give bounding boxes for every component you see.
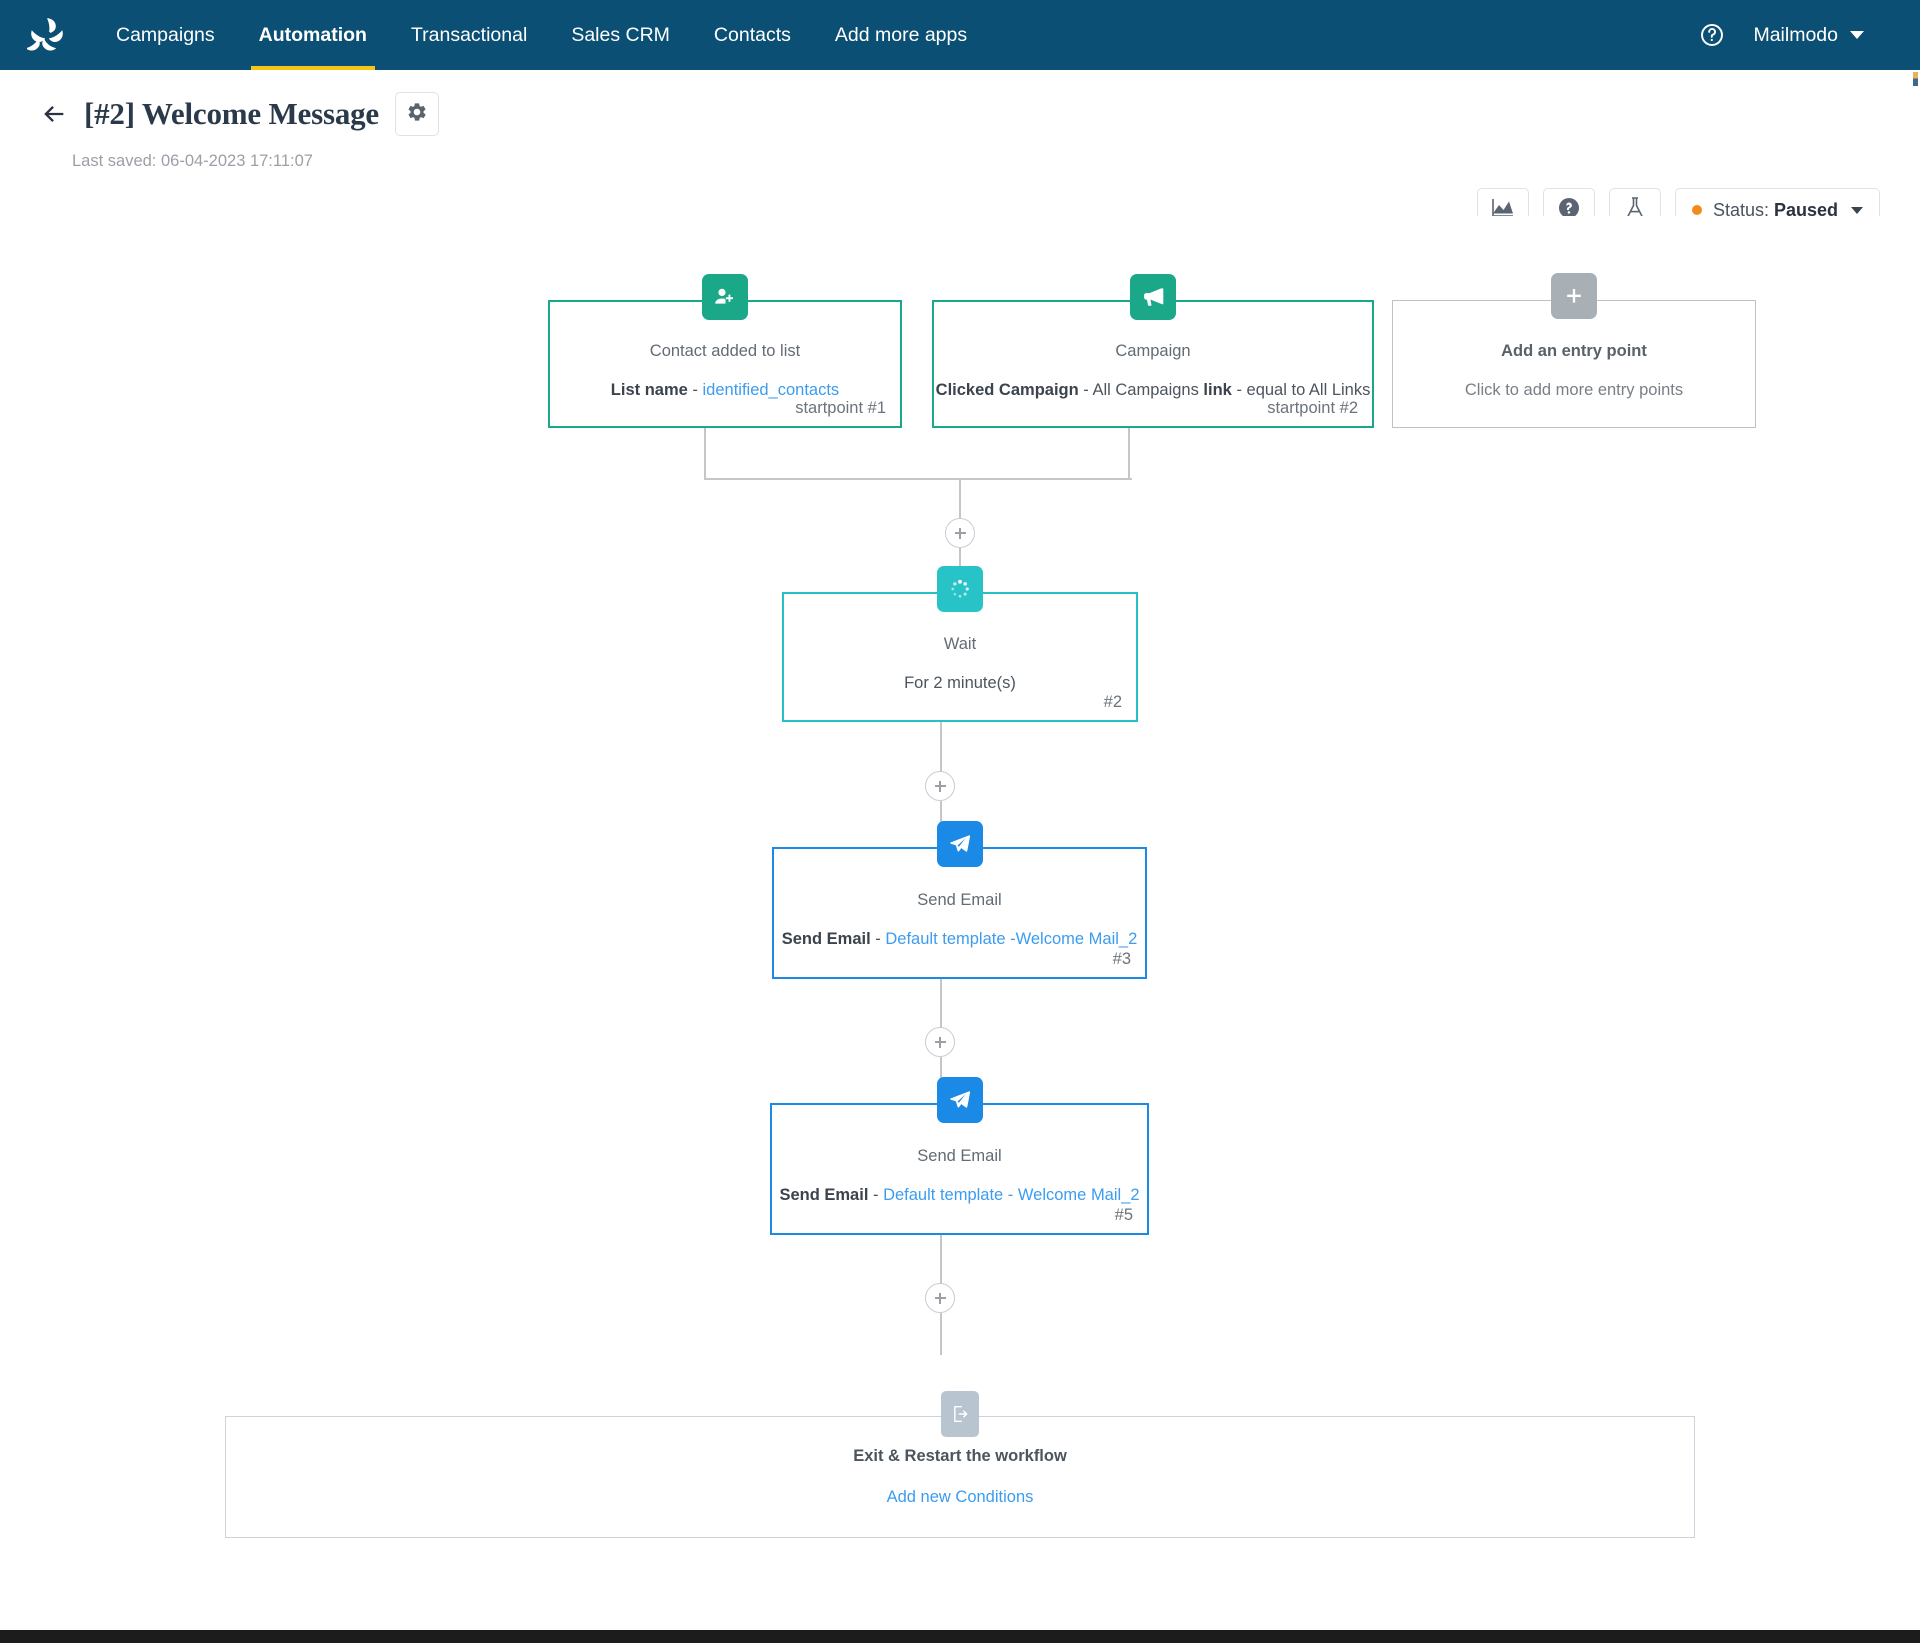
node-body: Send Email Send Email - Default template… [774,849,1145,977]
help-circle-icon[interactable] [1699,22,1725,48]
list-name-link[interactable]: identified_contacts [703,381,840,399]
node-index: #5 [1114,1206,1133,1224]
nav-link-transactional[interactable]: Transactional [389,0,549,70]
connector-to-plus-1 [959,478,961,522]
node-sub-bold: Send Email [781,930,871,948]
add-entry-title: Add an entry point [1501,342,1647,360]
title-row: [#2] Welcome Message [40,92,1880,136]
arrow-left-icon[interactable] [40,100,68,128]
caret-down-icon [1851,206,1863,214]
node-subtitle: Clicked Campaign - All Campaigns link - … [936,381,1371,400]
node-index: #2 [1103,693,1122,711]
connector-email3-to-plus3 [940,979,942,1031]
account-name: Mailmodo [1753,23,1838,46]
status-dot-icon [1691,205,1702,215]
node-sub-bold-1: Clicked Campaign [935,381,1079,399]
connector-email5-to-plus4 [940,1235,942,1287]
account-menu[interactable]: Mailmodo [1753,24,1864,47]
add-step-button-4[interactable] [925,1283,955,1313]
nav-link-contacts[interactable]: Contacts [692,0,813,70]
node-index: startpoint #1 [795,399,886,417]
chevron-down-icon [1850,31,1864,39]
add-new-conditions-link[interactable]: Add new Conditions [887,1488,1034,1507]
nav-link-campaigns[interactable]: Campaigns [94,0,237,70]
node-index: #3 [1112,950,1131,968]
email-template-link[interactable]: Default template -Welcome Mail_2 [885,930,1137,948]
settings-button[interactable] [395,92,439,136]
node-body: Wait For 2 minute(s) #2 [784,594,1136,720]
node-index: startpoint #2 [1267,399,1358,417]
node-sub-tail: - equal to All Links [1231,381,1371,399]
email-template-link[interactable]: Default template - Welcome Mail_2 [883,1186,1139,1204]
startpoint-node-1[interactable]: Contact added to list List name - identi… [548,274,902,428]
add-entry-subtitle: Click to add more entry points [1464,381,1684,399]
node-sub-mid: - All Campaigns [1078,381,1204,399]
add-step-button-2[interactable] [925,771,955,801]
navbar-right-group: Mailmodo [1699,22,1894,48]
connector-plus4-to-exit [940,1313,942,1355]
gear-icon [406,101,428,128]
node-title: Send Email [917,1147,1002,1165]
exit-node-label: Exit & Restart the workflow [853,1447,1067,1465]
connector-sp2-down [1128,428,1130,480]
add-entry-point-node[interactable]: Add an entry point Click to add more ent… [1392,273,1756,428]
send-email-node-5[interactable]: Send Email Send Email - Default template… [770,1077,1149,1235]
page-title: [#2] Welcome Message [84,96,379,131]
node-body: Add an entry point Click to add more ent… [1393,301,1755,427]
node-subtitle: Send Email - Default template -Welcome M… [782,930,1138,949]
wait-node[interactable]: Wait For 2 minute(s) #2 [782,566,1138,722]
page-header: [#2] Welcome Message Last saved: 06-04-2… [0,70,1920,285]
node-subtitle: List name - identified_contacts [611,381,839,400]
nav-links: Campaigns Automation Transactional Sales… [94,0,989,70]
node-title: Wait [943,635,977,653]
node-title: Contact added to list [649,342,801,360]
node-subtitle: For 2 minute(s) [904,674,1016,692]
startpoint-node-2[interactable]: Campaign Clicked Campaign - All Campaign… [932,274,1374,428]
node-sub-separator: - [687,381,703,399]
node-body: Campaign Clicked Campaign - All Campaign… [934,302,1372,426]
bottom-bar [0,1630,1920,1643]
connector-sp1-down [704,428,706,480]
exit-restart-node[interactable]: Exit & Restart the workflow Add new Cond… [225,1391,1695,1538]
node-body: Exit & Restart the workflow Add new Cond… [226,1417,1694,1537]
nav-link-add-more-apps[interactable]: Add more apps [813,0,989,70]
nav-link-sales-crm[interactable]: Sales CRM [549,0,692,70]
node-body: Contact added to list List name - identi… [550,302,900,426]
node-subtitle: Send Email - Default template - Welcome … [779,1186,1139,1205]
node-title: Campaign [1115,342,1191,360]
top-navbar: Campaigns Automation Transactional Sales… [0,0,1920,86]
connector-bracket-horizontal [704,478,1132,480]
add-step-button-1[interactable] [945,518,975,548]
node-sub-separator: - [870,930,886,948]
node-title: Send Email [917,891,1002,909]
node-sub-separator: - [868,1186,884,1204]
add-step-button-3[interactable] [925,1027,955,1057]
send-email-node-3[interactable]: Send Email Send Email - Default template… [772,821,1147,979]
node-sub-bold: Send Email [779,1186,869,1204]
nav-link-automation[interactable]: Automation [237,0,389,70]
node-body: Send Email Send Email - Default template… [772,1105,1147,1233]
last-saved-text: Last saved: 06-04-2023 17:11:07 [72,152,313,170]
node-sub-bold-2: link [1203,381,1232,399]
connector-wait-to-plus2 [940,722,942,776]
workflow-canvas[interactable]: Contact added to list List name - identi… [0,216,1920,1628]
node-sub-label: List name [610,381,688,399]
mailmodo-pinwheel-logo-icon[interactable] [26,14,68,56]
